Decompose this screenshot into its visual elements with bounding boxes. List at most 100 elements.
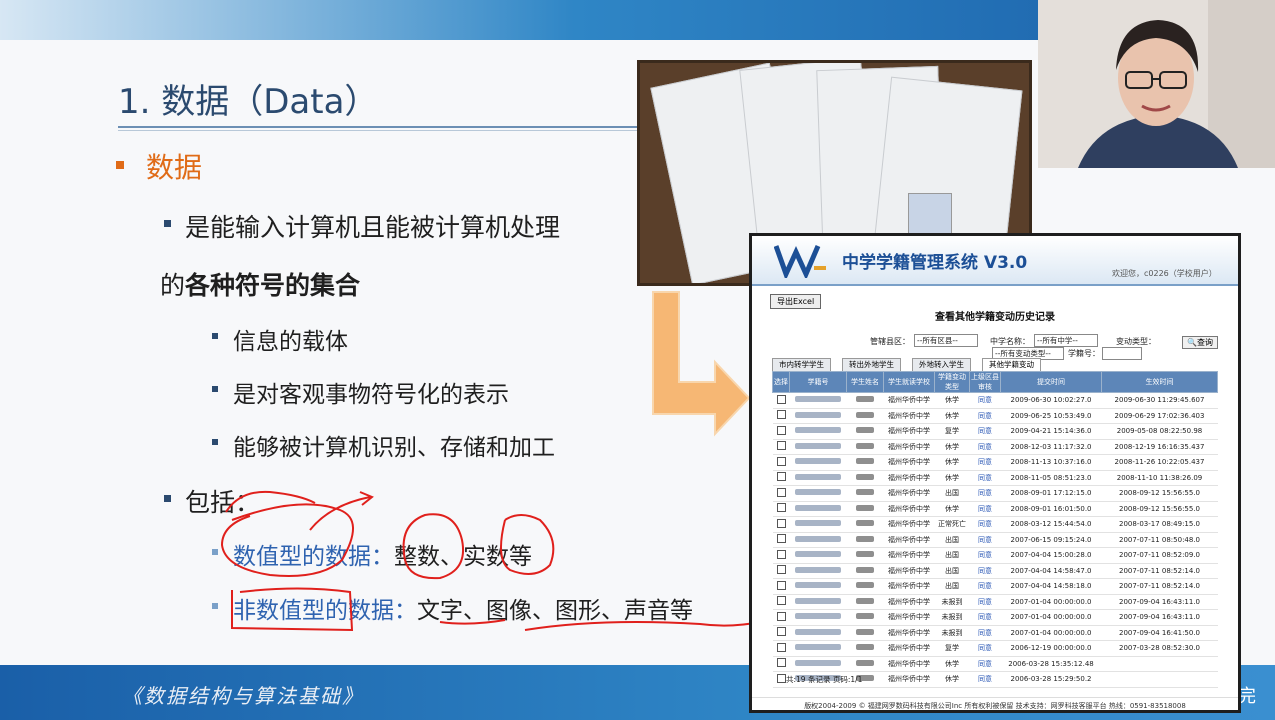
redacted-student-no[interactable]	[795, 613, 841, 620]
redacted-student-no[interactable]	[795, 520, 841, 527]
row-select-cell[interactable]	[772, 408, 790, 424]
row-checkbox[interactable]	[776, 580, 786, 590]
audit-cell[interactable]: 同意	[969, 454, 1001, 471]
row-checkbox[interactable]	[776, 642, 786, 652]
column-header[interactable]: 上级区县审核	[969, 371, 1001, 393]
row-checkbox[interactable]	[776, 673, 786, 683]
student-no-cell[interactable]	[789, 501, 847, 517]
student-no-input[interactable]	[1102, 347, 1142, 360]
row-select-cell[interactable]	[772, 609, 790, 626]
audit-cell[interactable]: 同意	[969, 516, 1001, 533]
row-select-cell[interactable]	[772, 640, 790, 657]
redacted-student-no[interactable]	[795, 644, 841, 651]
audit-cell[interactable]: 同意	[969, 501, 1001, 517]
audit-cell[interactable]: 同意	[969, 392, 1001, 409]
audit-cell[interactable]: 同意	[969, 640, 1001, 657]
row-checkbox[interactable]	[776, 456, 786, 466]
student-no-cell[interactable]	[789, 485, 847, 502]
column-header[interactable]: 学籍变动类型	[934, 371, 970, 393]
redacted-student-no[interactable]	[795, 473, 841, 480]
tab-transfer-in[interactable]: 外地转入学生	[912, 358, 971, 372]
student-no-cell[interactable]	[789, 439, 847, 455]
audit-cell[interactable]: 同意	[969, 656, 1001, 672]
column-header[interactable]: 学生姓名	[846, 371, 884, 393]
audit-cell[interactable]: 同意	[969, 408, 1001, 424]
redacted-student-no[interactable]	[795, 659, 841, 666]
row-checkbox[interactable]	[776, 596, 786, 606]
student-no-cell[interactable]	[789, 594, 847, 610]
student-no-cell[interactable]	[789, 640, 847, 657]
audit-cell[interactable]: 同意	[969, 578, 1001, 595]
audit-cell[interactable]: 同意	[969, 532, 1001, 548]
audit-cell[interactable]: 同意	[969, 594, 1001, 610]
row-checkbox[interactable]	[776, 549, 786, 559]
column-header[interactable]: 选择	[772, 371, 790, 393]
audit-cell[interactable]: 同意	[969, 439, 1001, 455]
audit-cell[interactable]: 同意	[969, 563, 1001, 579]
row-checkbox[interactable]	[776, 658, 786, 668]
student-no-cell[interactable]	[789, 454, 847, 471]
redacted-student-no[interactable]	[795, 411, 841, 418]
row-checkbox[interactable]	[776, 611, 786, 621]
redacted-student-no[interactable]	[795, 628, 841, 635]
row-select-cell[interactable]	[772, 578, 790, 595]
student-no-cell[interactable]	[789, 625, 847, 641]
row-select-cell[interactable]	[772, 439, 790, 455]
row-checkbox[interactable]	[776, 487, 786, 497]
row-select-cell[interactable]	[772, 485, 790, 502]
redacted-student-no[interactable]	[795, 396, 841, 403]
redacted-student-no[interactable]	[795, 597, 841, 604]
tab-other-changes[interactable]: 其他学籍变动	[982, 358, 1041, 372]
redacted-student-no[interactable]	[795, 582, 841, 589]
district-select[interactable]: --所有区县--	[914, 334, 978, 347]
row-select-cell[interactable]	[772, 532, 790, 548]
row-select-cell[interactable]	[772, 563, 790, 579]
redacted-student-no[interactable]	[795, 566, 841, 573]
redacted-student-no[interactable]	[795, 442, 841, 449]
audit-cell[interactable]: 同意	[969, 485, 1001, 502]
audit-cell[interactable]: 同意	[969, 671, 1001, 688]
redacted-student-no[interactable]	[795, 458, 841, 465]
column-header[interactable]: 学生就读学校	[883, 371, 935, 393]
row-checkbox[interactable]	[776, 565, 786, 575]
row-select-cell[interactable]	[772, 547, 790, 564]
row-checkbox[interactable]	[776, 425, 786, 435]
audit-cell[interactable]: 同意	[969, 423, 1001, 440]
row-select-cell[interactable]	[772, 423, 790, 440]
row-select-cell[interactable]	[772, 392, 790, 409]
export-excel-button[interactable]: 导出Excel	[770, 294, 822, 309]
column-header[interactable]: 生效时间	[1101, 371, 1218, 393]
row-select-cell[interactable]	[772, 625, 790, 641]
redacted-student-no[interactable]	[795, 551, 841, 558]
row-checkbox[interactable]	[776, 441, 786, 451]
column-header[interactable]: 提交时间	[1000, 371, 1102, 393]
tab-transfer-out[interactable]: 转出外地学生	[842, 358, 901, 372]
row-select-cell[interactable]	[772, 501, 790, 517]
student-no-cell[interactable]	[789, 578, 847, 595]
redacted-student-no[interactable]	[795, 427, 841, 434]
audit-cell[interactable]: 同意	[969, 625, 1001, 641]
row-checkbox[interactable]	[776, 410, 786, 420]
column-header[interactable]: 学籍号	[789, 371, 847, 393]
tab-city-transfer[interactable]: 市内转学学生	[772, 358, 831, 372]
row-checkbox[interactable]	[776, 627, 786, 637]
student-no-cell[interactable]	[789, 408, 847, 424]
student-no-cell[interactable]	[789, 563, 847, 579]
row-checkbox[interactable]	[776, 472, 786, 482]
query-button[interactable]: 🔍查询	[1182, 336, 1218, 349]
school-select[interactable]: --所有中学--	[1034, 334, 1098, 347]
student-no-cell[interactable]	[789, 470, 847, 486]
audit-cell[interactable]: 同意	[969, 470, 1001, 486]
row-select-cell[interactable]	[772, 470, 790, 486]
redacted-student-no[interactable]	[795, 489, 841, 496]
row-checkbox[interactable]	[776, 534, 786, 544]
student-no-cell[interactable]	[789, 423, 847, 440]
audit-cell[interactable]: 同意	[969, 609, 1001, 626]
row-select-cell[interactable]	[772, 516, 790, 533]
student-no-cell[interactable]	[789, 547, 847, 564]
student-no-cell[interactable]	[789, 609, 847, 626]
redacted-student-no[interactable]	[795, 504, 841, 511]
row-select-cell[interactable]	[772, 454, 790, 471]
student-no-cell[interactable]	[789, 656, 847, 672]
row-checkbox[interactable]	[776, 518, 786, 528]
